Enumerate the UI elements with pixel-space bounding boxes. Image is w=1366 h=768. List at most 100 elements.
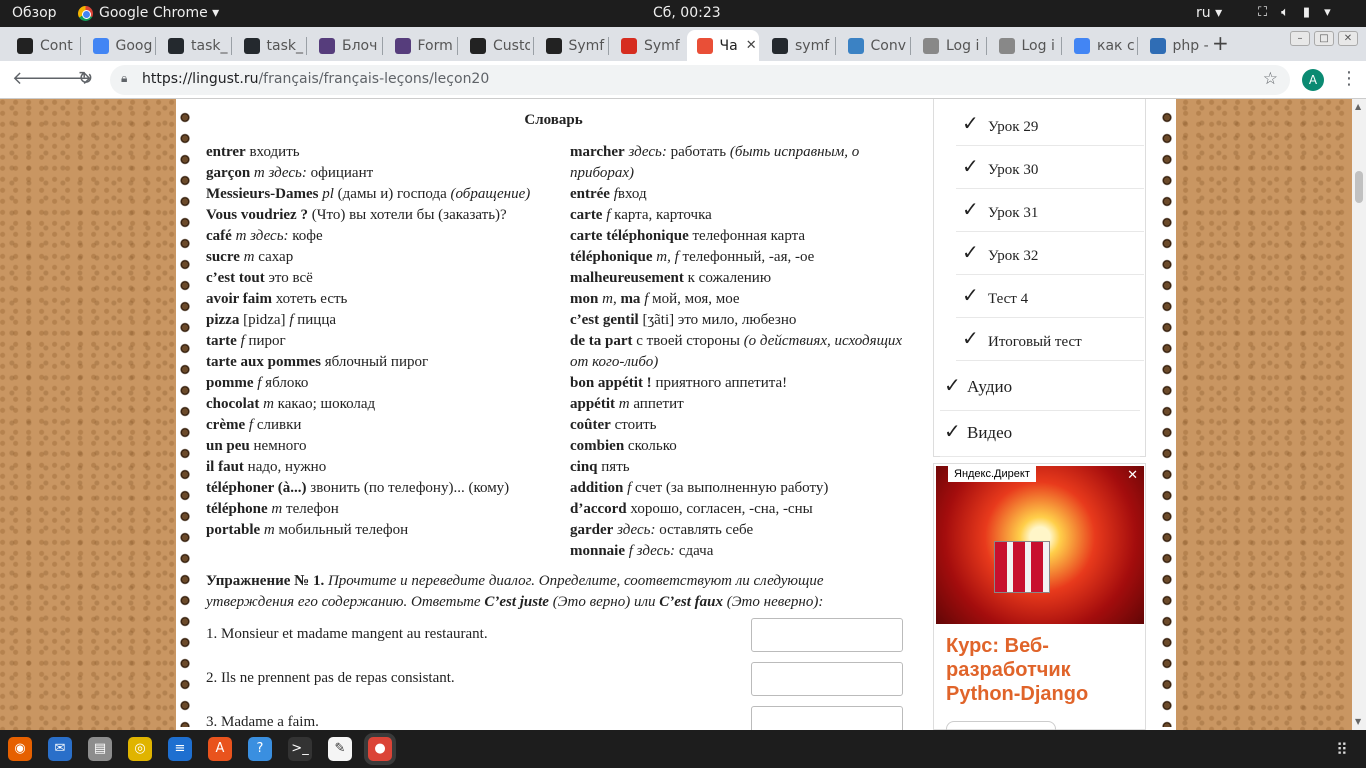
close-window-button[interactable]: ✕ — [1338, 31, 1358, 46]
keyboard-layout-indicator[interactable]: ru ▾ — [1196, 5, 1222, 21]
browser-tab[interactable]: Log i — [913, 30, 983, 61]
ad-network-label: Яндекс.Директ — [948, 466, 1036, 482]
browser-tab[interactable]: Custo — [460, 30, 530, 61]
sidebar-lesson-link[interactable]: ✓ Урок 31 — [956, 189, 1144, 232]
ad-button[interactable] — [946, 721, 1056, 730]
dictionary-entry: malheureusement к сожалению — [570, 268, 915, 289]
browser-tab[interactable]: symf — [762, 30, 832, 61]
entry-rest: какао; шоколад — [273, 396, 376, 412]
entry-fr: tarte — [206, 333, 237, 349]
tab-separator — [1061, 37, 1062, 55]
sidebar-lesson-link[interactable]: ✓ Тест 4 — [956, 275, 1144, 318]
advertisement[interactable]: Яндекс.Директ ✕ Курс: Веб-разработчик Py… — [933, 463, 1146, 730]
ad-title[interactable]: Курс: Веб-разработчик Python-Django — [946, 634, 1136, 706]
reload-button[interactable]: ↻ — [78, 68, 93, 89]
help-icon[interactable]: ? — [248, 737, 272, 761]
address-bar[interactable]: 🔒︎ https://lingust.ru/français/français-… — [110, 65, 1290, 95]
profile-avatar[interactable]: A — [1302, 69, 1324, 91]
chrome-menu-icon[interactable]: ⋮ — [1340, 68, 1358, 89]
tab-separator — [457, 37, 458, 55]
entry-fr: de ta part — [570, 333, 633, 349]
lock-icon: 🔒︎ — [121, 71, 128, 85]
browser-tab[interactable]: Symf — [611, 30, 681, 61]
tab-title: symf — [795, 37, 830, 54]
bookmark-star-icon[interactable]: ☆ — [1263, 69, 1278, 89]
rhythmbox-icon[interactable]: ◎ — [128, 737, 152, 761]
files-icon[interactable]: ▤ — [88, 737, 112, 761]
minimize-button[interactable]: – — [1290, 31, 1310, 46]
entry-fr: monnaie — [570, 543, 626, 559]
dictionary-entry: crème f сливки — [206, 415, 556, 436]
gift-box-icon — [994, 541, 1050, 593]
browser-tab[interactable]: Cont — [7, 30, 77, 61]
text-editor-icon[interactable]: ✎ — [328, 737, 352, 761]
answer-input[interactable] — [751, 662, 903, 696]
dictionary-entry: téléphone m телефон — [206, 499, 556, 520]
activities-button[interactable]: Обзор — [12, 5, 57, 21]
app-menu[interactable]: Google Chrome ▾ — [78, 5, 219, 21]
left-binder-holes — [180, 107, 190, 727]
scrollbar-thumb[interactable] — [1355, 171, 1363, 203]
scroll-up-icon[interactable]: ▲ — [1355, 102, 1361, 111]
entry-fr: c’est tout — [206, 270, 265, 286]
sidebar-lesson-label: Урок 31 — [988, 205, 1039, 221]
firefox-icon[interactable]: ◉ — [8, 737, 32, 761]
browser-tab[interactable]: Conv — [838, 30, 908, 61]
entry-fr: il faut — [206, 459, 244, 475]
sidebar-lesson-link[interactable]: ✓ Урок 29 — [956, 103, 1144, 146]
ad-image[interactable]: Яндекс.Директ ✕ — [936, 466, 1144, 624]
entry-rest: немного — [249, 438, 307, 454]
maximize-button[interactable]: □ — [1314, 31, 1334, 46]
sidebar-section-link[interactable]: ✓ Аудио — [940, 365, 1140, 411]
browser-tab[interactable]: task_ — [158, 30, 228, 61]
dictionary-entry: téléphonique m, f телефонный, -ая, -ое — [570, 247, 915, 268]
chrome-icon — [78, 5, 93, 21]
dictionary-entry: un peu немного — [206, 436, 556, 457]
close-tab-icon[interactable]: ✕ — [746, 38, 757, 53]
clock[interactable]: Сб, 00:23 — [653, 5, 721, 21]
browser-tab[interactable]: Form — [385, 30, 455, 61]
software-icon[interactable]: A — [208, 737, 232, 761]
page-scrollbar[interactable]: ▲ ▼ — [1352, 99, 1366, 730]
browser-tab[interactable]: как с — [1064, 30, 1134, 61]
browser-tab[interactable]: Goog — [83, 30, 153, 61]
dictionary-entry: tarte aux pommes яблочный пирог — [206, 352, 556, 373]
entry-rest: [pidza] — [239, 312, 290, 328]
dictionary-entry: garder здесь: оставлять себе — [570, 520, 915, 541]
tab-separator — [1136, 37, 1138, 55]
entry-rest: карта, карточка — [610, 207, 712, 223]
right-binder-holes — [1162, 107, 1172, 727]
dictionary-entry: combien сколько — [570, 436, 915, 457]
answer-input[interactable] — [751, 618, 903, 652]
writer-icon[interactable]: ≡ — [168, 737, 192, 761]
sidebar-section-link[interactable]: ✓ Видео — [940, 411, 1140, 457]
browser-tab[interactable]: task_ — [234, 30, 304, 61]
chrome-icon[interactable]: ● — [368, 737, 392, 761]
status-indicators[interactable]: ⛶ 🔈︎ ▮ ▾ — [1258, 5, 1331, 20]
browser-tab[interactable]: php - — [1140, 30, 1210, 61]
answer-input[interactable] — [751, 706, 903, 730]
lesson-menu-sidebar: ✓ Урок 29 ✓ Урок 30 ✓ Урок 31 ✓ Урок 32 ✓ Тест 4 ✓… — [933, 99, 1146, 457]
scroll-down-icon[interactable]: ▼ — [1355, 717, 1361, 726]
entry-gram: m, f — [652, 249, 679, 265]
terminal-icon[interactable]: >_ — [288, 737, 312, 761]
sidebar-lesson-link[interactable]: ✓ Итоговый тест — [956, 318, 1144, 361]
entry-fr: téléphonique — [570, 249, 653, 265]
close-icon[interactable]: ✕ — [1127, 467, 1138, 483]
tab-title: php - — [1172, 37, 1209, 54]
dictionary-entry: pizza [pidza] f пицца — [206, 310, 556, 331]
show-applications-icon[interactable]: ⠿ — [1336, 740, 1348, 759]
entry-rest: мобильный телефон — [274, 522, 409, 538]
entry-rest: входить — [245, 144, 300, 160]
browser-tab[interactable]: Блоч — [309, 30, 379, 61]
sidebar-lesson-link[interactable]: ✓ Урок 30 — [956, 146, 1144, 189]
entry-gram: здесь: — [624, 144, 667, 160]
browser-tab[interactable]: Log i — [989, 30, 1059, 61]
browser-tab[interactable]: Ча ✕ — [686, 30, 759, 61]
entry-rest: счет (за выполненную работу) — [631, 480, 829, 496]
new-tab-button[interactable]: + — [1212, 31, 1229, 55]
entry-rest: это всё — [264, 270, 313, 286]
thunderbird-icon[interactable]: ✉ — [48, 737, 72, 761]
browser-tab[interactable]: Symf — [536, 30, 606, 61]
sidebar-lesson-link[interactable]: ✓ Урок 32 — [956, 232, 1144, 275]
